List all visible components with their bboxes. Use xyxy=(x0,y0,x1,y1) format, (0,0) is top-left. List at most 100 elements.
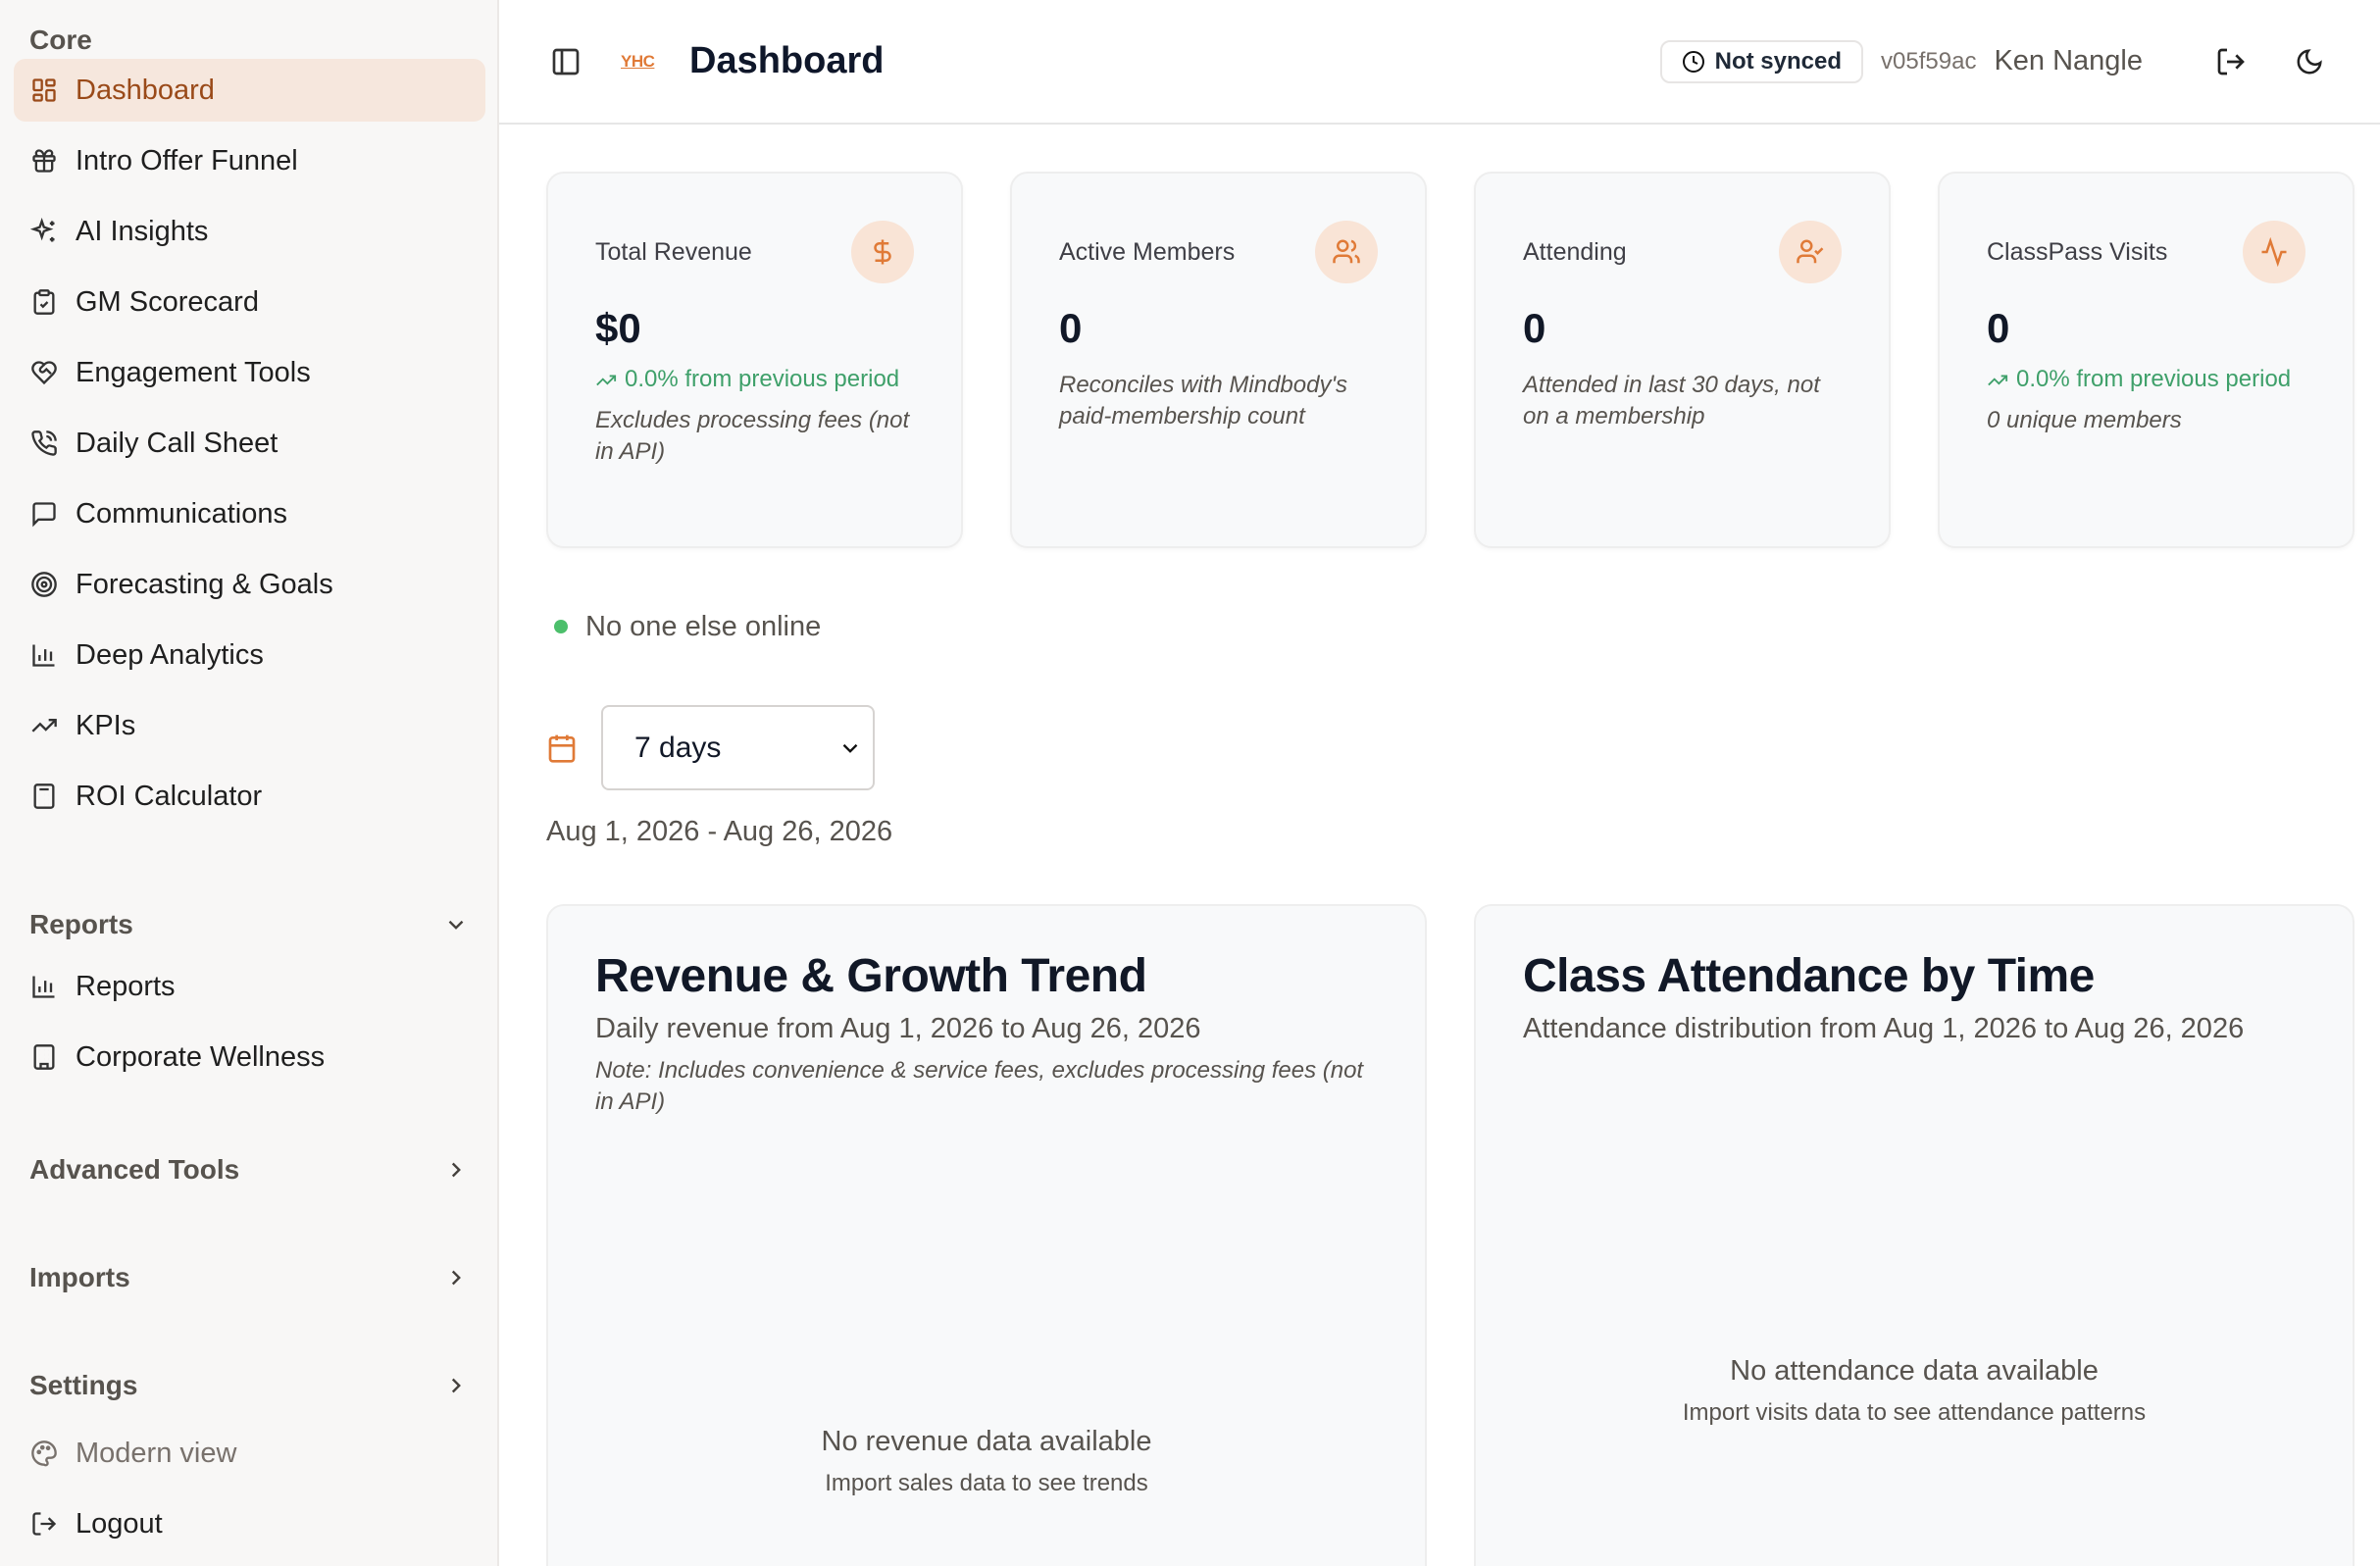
sidebar-item-label: Corporate Wellness xyxy=(76,1040,326,1073)
top-bar: YHC Dashboard Not synced v05f59ac Ken Na… xyxy=(499,0,2380,125)
stat-trend: 0.0% from previous period xyxy=(595,364,914,395)
sync-status-badge[interactable]: Not synced xyxy=(1659,39,1864,83)
date-range-label: Aug 1, 2026 - Aug 26, 2026 xyxy=(546,816,893,847)
stat-label: Active Members xyxy=(1059,237,1236,266)
sidebar-item-intro-offer-funnel[interactable]: Intro Offer Funnel xyxy=(14,129,485,192)
sidebar-item-label: KPIs xyxy=(76,709,136,741)
sidebar-item-engagement-tools[interactable]: Engagement Tools xyxy=(14,341,485,404)
phone-call-icon xyxy=(29,429,59,458)
sidebar-item-daily-call-sheet[interactable]: Daily Call Sheet xyxy=(14,412,485,475)
group-label: Reports xyxy=(29,909,133,939)
sidebar-group-advanced-tools[interactable]: Advanced Tools xyxy=(14,1139,485,1200)
empty-state: No revenue data available Import sales d… xyxy=(548,1426,1425,1497)
clock-icon xyxy=(1682,50,1705,74)
stat-value: 0 xyxy=(1059,305,1083,351)
period-selector-row: 7 days xyxy=(546,705,2355,790)
building-icon xyxy=(29,1042,59,1072)
sidebar-item-label: Communications xyxy=(76,497,287,530)
sidebar-item-deep-analytics[interactable]: Deep Analytics xyxy=(14,624,485,686)
stat-card-active-members: Active Members 0 Reconciles with Mindbod… xyxy=(1010,172,1427,548)
group-label: Advanced Tools xyxy=(29,1154,240,1185)
stat-value: $0 xyxy=(595,305,641,351)
sidebar-item-ai-insights[interactable]: AI Insights xyxy=(14,200,485,263)
sidebar-item-label: Logout xyxy=(76,1507,163,1540)
message-square-icon xyxy=(29,499,59,529)
stat-note: 0 unique members xyxy=(1987,407,2182,433)
empty-state-title: No attendance data available xyxy=(1730,1355,2099,1387)
palette-icon xyxy=(29,1439,59,1468)
page-title: Dashboard xyxy=(689,40,885,81)
empty-state-hint: Import visits data to see attendance pat… xyxy=(1682,1399,2147,1426)
chart-subtitle: Attendance distribution from Aug 1, 2026… xyxy=(1523,1013,2245,1044)
chevron-right-icon xyxy=(442,1372,470,1399)
empty-state-hint: Import sales data to see trends xyxy=(825,1470,1148,1496)
sidebar-item-label: AI Insights xyxy=(76,215,209,247)
chart-title: Class Attendance by Time xyxy=(1523,950,2095,1002)
sidebar-group-reports[interactable]: Reports xyxy=(14,894,485,955)
sidebar-group-core: Core xyxy=(29,25,92,55)
calculator-icon xyxy=(29,782,59,811)
sidebar-group-settings[interactable]: Settings xyxy=(14,1355,485,1416)
revenue-trend-card: Revenue & Growth Trend Daily revenue fro… xyxy=(546,904,1427,1566)
sidebar-item-modern-view[interactable]: Modern view xyxy=(14,1422,485,1485)
version-label: v05f59ac xyxy=(1881,47,1977,75)
dashboard-content: Total Revenue $0 0.0% from previous peri… xyxy=(499,125,2380,1566)
group-label: Settings xyxy=(29,1370,138,1400)
sidebar-item-gm-scorecard[interactable]: GM Scorecard xyxy=(14,271,485,333)
layout-dashboard-icon xyxy=(29,76,59,105)
sidebar-item-label: ROI Calculator xyxy=(76,780,263,812)
stat-note: Attended in last 30 days, not on a membe… xyxy=(1523,372,1820,429)
sidebar-item-dashboard[interactable]: Dashboard xyxy=(14,59,485,122)
activity-icon xyxy=(2243,221,2305,283)
theme-toggle-button[interactable] xyxy=(2284,36,2335,87)
stat-label: ClassPass Visits xyxy=(1987,237,2168,266)
clipboard-check-icon xyxy=(29,287,59,317)
user-check-icon xyxy=(1779,221,1842,283)
sidebar-item-label: Daily Call Sheet xyxy=(76,427,279,459)
sync-status-text: Not synced xyxy=(1714,47,1843,75)
sidebar-item-label: Reports xyxy=(76,970,176,1002)
sidebar-item-label: GM Scorecard xyxy=(76,285,259,318)
stat-trend-text: 0.0% from previous period xyxy=(2016,366,2292,392)
sidebar-item-corporate-wellness[interactable]: Corporate Wellness xyxy=(14,1026,485,1088)
online-status-dot xyxy=(554,620,568,633)
chevron-down-icon xyxy=(442,911,470,938)
sidebar-item-roi-calculator[interactable]: ROI Calculator xyxy=(14,765,485,828)
chart-title: Revenue & Growth Trend xyxy=(595,950,1147,1002)
bar-chart-icon xyxy=(29,640,59,670)
sidebar-item-label: Modern view xyxy=(76,1437,237,1469)
charts-row: Revenue & Growth Trend Daily revenue fro… xyxy=(546,904,2355,1566)
trending-up-icon xyxy=(29,711,59,740)
sidebar-item-logout[interactable]: Logout xyxy=(14,1492,485,1555)
bar-chart-icon xyxy=(29,972,59,1001)
sidebar-item-forecasting-goals[interactable]: Forecasting & Goals xyxy=(14,553,485,616)
stat-label: Attending xyxy=(1523,237,1627,266)
group-label: Imports xyxy=(29,1262,130,1292)
chart-note: Note: Includes convenience & service fee… xyxy=(595,1057,1364,1115)
sidebar-item-communications[interactable]: Communications xyxy=(14,482,485,545)
presence-indicator: No one else online xyxy=(546,607,2355,646)
stats-cards: Total Revenue $0 0.0% from previous peri… xyxy=(546,172,2355,548)
sidebar-toggle-button[interactable] xyxy=(540,36,591,87)
trending-up-icon xyxy=(1987,370,2008,391)
empty-state-title: No revenue data available xyxy=(821,1426,1152,1457)
user-name: Ken Nangle xyxy=(1994,45,2143,76)
presence-text: No one else online xyxy=(585,610,822,642)
calendar-icon xyxy=(546,732,578,764)
sidebar-item-reports[interactable]: Reports xyxy=(14,955,485,1018)
sidebar-item-label: Forecasting & Goals xyxy=(76,568,333,600)
stat-card-total-revenue: Total Revenue $0 0.0% from previous peri… xyxy=(546,172,963,548)
stat-label: Total Revenue xyxy=(595,237,752,266)
sidebar-item-kpis[interactable]: KPIs xyxy=(14,694,485,757)
logout-button[interactable] xyxy=(2205,36,2256,87)
heart-handshake-icon xyxy=(29,358,59,387)
top-bar-actions: Not synced v05f59ac Ken Nangle xyxy=(1659,36,2335,87)
empty-state: No attendance data available Import visi… xyxy=(1476,1355,2353,1427)
stat-note: Reconciles with Mindbody's paid-membersh… xyxy=(1059,372,1348,429)
sidebar-group-imports[interactable]: Imports xyxy=(14,1247,485,1308)
period-select[interactable]: 7 days xyxy=(601,705,875,790)
period-select-value: 7 days xyxy=(634,731,722,764)
chevron-right-icon xyxy=(442,1156,470,1184)
gift-icon xyxy=(29,146,59,176)
main-content: YHC Dashboard Not synced v05f59ac Ken Na… xyxy=(499,0,2380,1566)
